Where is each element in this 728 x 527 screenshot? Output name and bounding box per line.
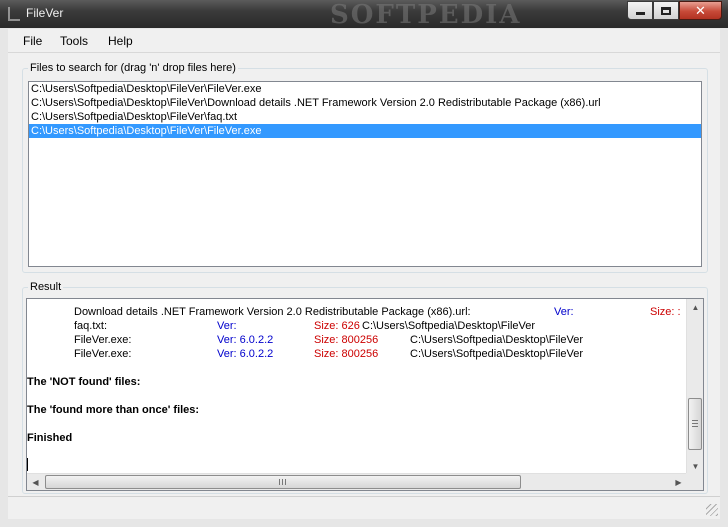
- result-file-name: Download details .NET Framework Version …: [74, 306, 471, 318]
- watermark-logo: SOFTPEDIA: [330, 0, 522, 30]
- menu-bar: File Tools Help: [8, 29, 720, 53]
- close-button[interactable]: ✕: [679, 1, 722, 20]
- scroll-left-arrow-icon[interactable]: ◀: [27, 474, 44, 490]
- file-list-item[interactable]: C:\Users\Softpedia\Desktop\FileVer\FileV…: [29, 82, 701, 96]
- result-file-name: faq.txt:: [74, 320, 108, 332]
- minimize-icon: [635, 12, 645, 15]
- scroll-grip-icon: [692, 420, 698, 428]
- result-vertical-scrollbar[interactable]: ▲ ▼: [686, 299, 703, 475]
- found-more-than-once-heading: The 'found more than once' files:: [27, 404, 200, 416]
- file-list-item[interactable]: C:\Users\Softpedia\Desktop\FileVer\faq.t…: [29, 110, 701, 124]
- maximize-button[interactable]: [653, 1, 679, 20]
- menu-file[interactable]: File: [23, 34, 42, 48]
- result-version: Ver:: [217, 320, 237, 332]
- menu-help[interactable]: Help: [108, 34, 133, 48]
- result-size: Size: 800256: [314, 348, 379, 360]
- result-groupbox: Result Download details .NET Framework V…: [22, 281, 708, 494]
- result-size: Size: 800256: [314, 334, 379, 346]
- files-group-label: Files to search for (drag 'n' drop files…: [28, 62, 238, 74]
- result-version: Ver: 6.0.2.2: [217, 348, 274, 360]
- maximize-icon: [661, 6, 671, 15]
- scroll-up-arrow-icon[interactable]: ▲: [687, 299, 703, 316]
- close-icon: ✕: [695, 3, 706, 18]
- result-group-label: Result: [28, 281, 64, 293]
- result-file-name: FileVer.exe:: [74, 334, 132, 346]
- status-bar: [8, 496, 720, 518]
- result-path: C:\Users\Softpedia\Desktop\FileVer: [362, 320, 536, 332]
- menu-tools[interactable]: Tools: [60, 34, 88, 48]
- files-listbox[interactable]: C:\Users\Softpedia\Desktop\FileVer\FileV…: [28, 81, 702, 267]
- not-found-heading: The 'NOT found' files:: [27, 376, 141, 388]
- resize-grip-icon[interactable]: [706, 504, 718, 516]
- window-title: FileVer: [26, 6, 64, 20]
- text-caret: [27, 458, 28, 471]
- file-list-item-selected[interactable]: C:\Users\Softpedia\Desktop\FileVer\FileV…: [29, 124, 701, 138]
- vertical-scroll-thumb[interactable]: [688, 398, 702, 450]
- scrollbar-corner: [686, 473, 703, 490]
- result-size: Size: 626: [314, 320, 360, 332]
- file-list-item[interactable]: C:\Users\Softpedia\Desktop\FileVer\Downl…: [29, 96, 701, 110]
- minimize-button[interactable]: [627, 1, 653, 20]
- scroll-grip-icon: [279, 479, 287, 485]
- title-bar[interactable]: FileVer SOFTPEDIA ✕: [0, 0, 728, 30]
- result-size: Size: :: [650, 306, 681, 318]
- result-file-name: FileVer.exe:: [74, 348, 132, 360]
- window-controls: ✕: [627, 1, 722, 20]
- scroll-right-arrow-icon[interactable]: ▶: [670, 474, 687, 490]
- result-path: C:\Users\Softpedia\Desktop\FileVer: [410, 348, 584, 360]
- result-path: C:\Users\Softpedia\Desktop\FileVer: [410, 334, 584, 346]
- files-groupbox: Files to search for (drag 'n' drop files…: [22, 62, 708, 273]
- result-version: Ver:: [554, 306, 574, 318]
- result-version: Ver: 6.0.2.2: [217, 334, 274, 346]
- result-textbox[interactable]: Download details .NET Framework Version …: [26, 298, 704, 491]
- result-horizontal-scrollbar[interactable]: ◀ ▶: [27, 473, 687, 490]
- horizontal-scroll-thumb[interactable]: [45, 475, 521, 489]
- window-client-area: File Tools Help Files to search for (dra…: [8, 29, 720, 519]
- finished-text: Finished: [27, 432, 73, 444]
- app-icon: [8, 7, 20, 21]
